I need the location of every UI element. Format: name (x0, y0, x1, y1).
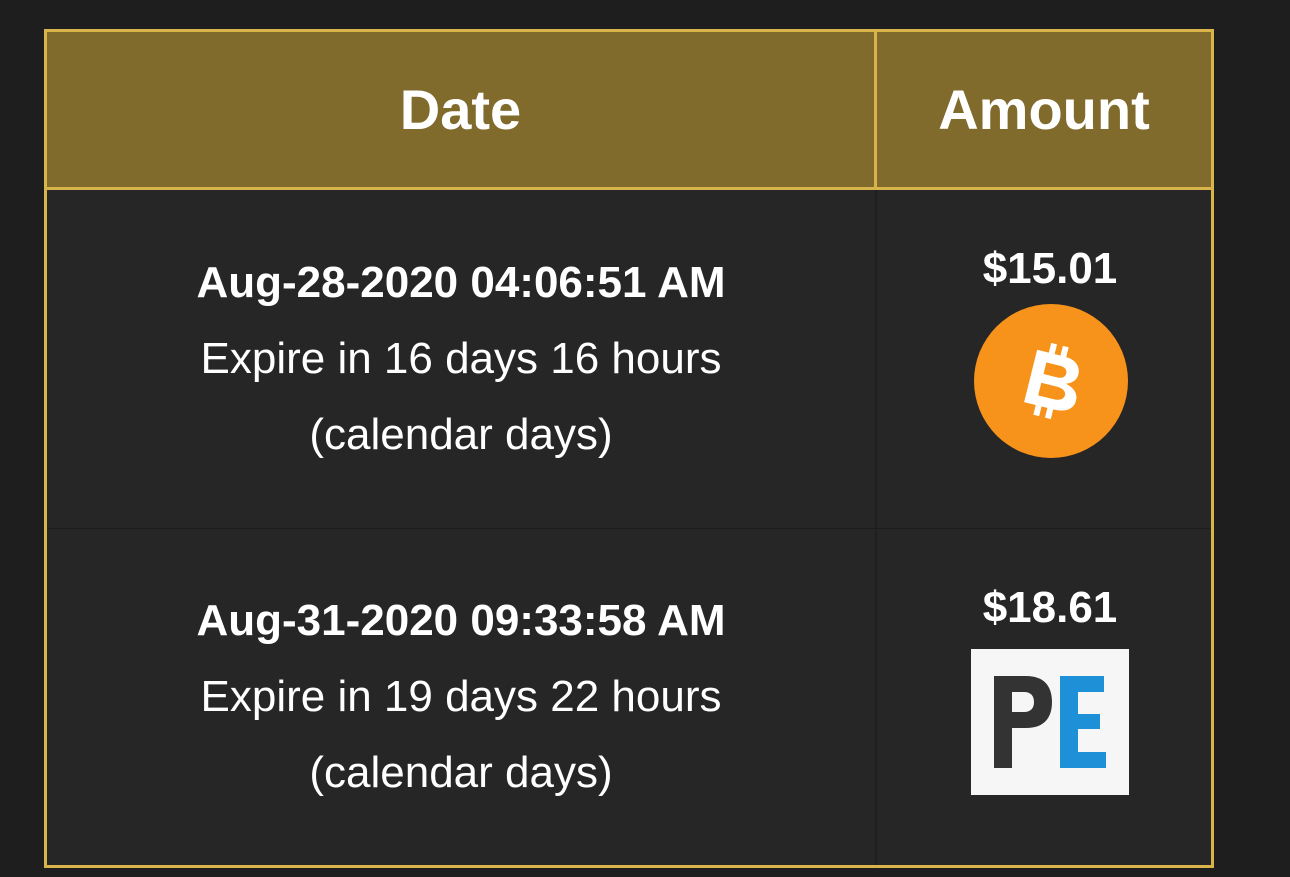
table-row: Aug-28-2020 04:06:51 AM Expire in 16 day… (47, 190, 1211, 529)
date-cell: Aug-31-2020 09:33:58 AM Expire in 19 day… (47, 529, 877, 865)
amount-cell: $15.01 (877, 190, 1211, 528)
amount-value: $18.61 (982, 583, 1118, 632)
calendar-note: (calendar days) (309, 748, 613, 797)
amount-value: $15.01 (982, 244, 1118, 293)
expire-text: Expire in 19 days 22 hours (200, 672, 722, 721)
amount-cell: $18.61 (877, 529, 1211, 865)
expire-text: Expire in 16 days 16 hours (200, 334, 722, 383)
table-header: Date Amount (47, 32, 1211, 190)
date-time: Aug-31-2020 09:33:58 AM (196, 596, 726, 645)
calendar-note: (calendar days) (309, 410, 613, 459)
header-amount: Amount (938, 78, 1150, 141)
date-time: Aug-28-2020 04:06:51 AM (196, 258, 726, 307)
date-cell: Aug-28-2020 04:06:51 AM Expire in 16 day… (47, 190, 877, 528)
bitcoin-icon (974, 304, 1128, 458)
payments-table: Date Amount Aug-28-2020 04:06:51 AM Expi… (44, 29, 1214, 868)
payeer-icon (971, 649, 1129, 795)
table-row: Aug-31-2020 09:33:58 AM Expire in 19 day… (47, 529, 1211, 865)
header-date: Date (47, 32, 877, 187)
